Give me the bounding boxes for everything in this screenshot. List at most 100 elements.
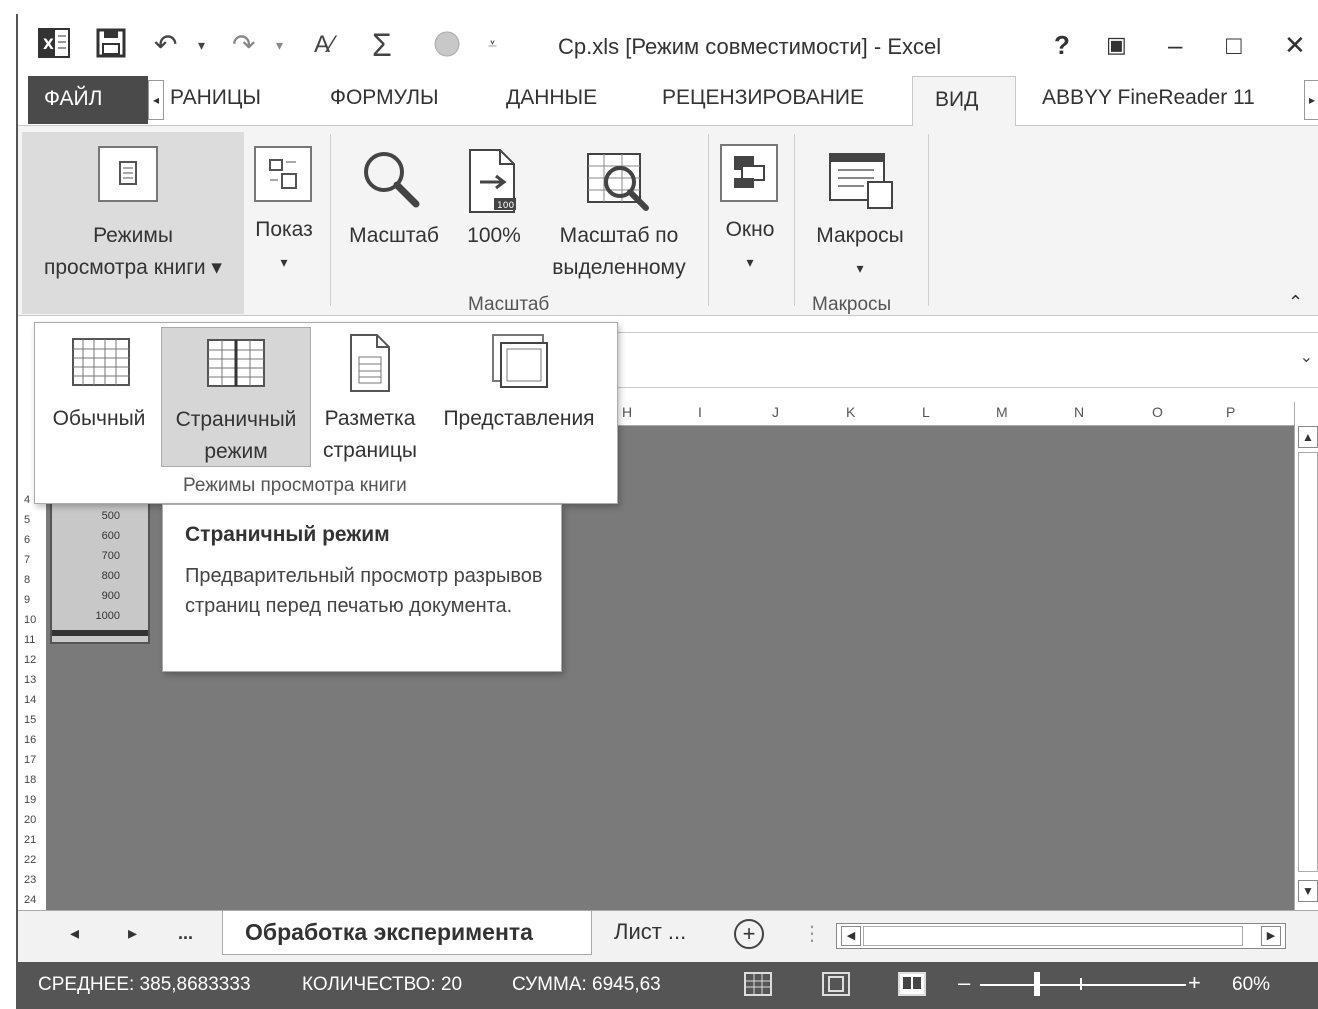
undo-icon[interactable]: ↶: [154, 28, 177, 62]
print-page-area[interactable]: 400 500 600 700 800 900 1000: [50, 482, 150, 644]
column-header[interactable]: L: [922, 404, 930, 420]
row-header[interactable]: 9: [24, 594, 30, 606]
row-header[interactable]: 12: [24, 654, 36, 666]
column-header[interactable]: I: [698, 404, 702, 420]
row-header[interactable]: 10: [24, 614, 36, 626]
macros-dropdown-icon[interactable]: ▾: [798, 252, 922, 284]
circle-icon[interactable]: [432, 28, 462, 66]
row-header[interactable]: 5: [24, 514, 30, 526]
row-header[interactable]: 19: [24, 794, 36, 806]
sheet-prev-icon[interactable]: ◂: [70, 923, 79, 944]
window-dropdown-icon[interactable]: ▾: [710, 246, 790, 278]
column-header[interactable]: O: [1152, 404, 1163, 420]
tabs-scroll-left-icon[interactable]: ◂: [148, 80, 164, 120]
custom-views-option[interactable]: Представления: [431, 403, 607, 435]
sheet-tab-active[interactable]: Обработка эксперимента: [222, 911, 592, 955]
scroll-right-icon[interactable]: ▶: [1261, 926, 1281, 946]
column-header[interactable]: N: [1074, 404, 1084, 420]
row-header[interactable]: 13: [24, 674, 36, 686]
spelling-icon[interactable]: A⁄: [314, 28, 334, 62]
tab-view[interactable]: ВИД: [912, 76, 1016, 127]
page-layout-view-icon[interactable]: [822, 972, 850, 996]
macros-button[interactable]: Макросы: [798, 220, 922, 252]
redo-dropdown-icon[interactable]: ▾: [276, 28, 283, 62]
scroll-up-icon[interactable]: ▲: [1298, 426, 1318, 448]
row-header[interactable]: 20: [24, 814, 36, 826]
column-header[interactable]: P: [1226, 404, 1235, 420]
column-header[interactable]: K: [846, 404, 855, 420]
zoom-in-icon[interactable]: +: [1188, 970, 1201, 996]
row-header[interactable]: 17: [24, 754, 36, 766]
tab-review[interactable]: РЕЦЕНЗИРОВАНИЕ: [662, 86, 864, 110]
show-button[interactable]: Показ: [244, 214, 324, 246]
cell-value[interactable]: 800: [58, 570, 120, 582]
normal-view-option[interactable]: Обычный: [43, 403, 155, 435]
expand-formula-bar-icon[interactable]: ⌄: [1300, 347, 1313, 367]
scroll-left-icon[interactable]: ◀: [841, 926, 861, 946]
row-header[interactable]: 18: [24, 774, 36, 786]
row-header[interactable]: 7: [24, 554, 30, 566]
row-header[interactable]: 8: [24, 574, 30, 586]
zoom-slider-track[interactable]: [980, 984, 1186, 986]
scroll-down-icon[interactable]: ▼: [1298, 880, 1318, 902]
ribbon-display-icon[interactable]: ▣: [1106, 30, 1127, 60]
tabs-scroll-right-icon[interactable]: ▸: [1304, 80, 1318, 120]
zoom-slider-thumb[interactable]: [1034, 972, 1041, 996]
vertical-scrollbar[interactable]: ▲ ▼: [1294, 402, 1318, 910]
page-layout-option-1[interactable]: Разметка: [313, 403, 427, 435]
tab-file[interactable]: ФАЙЛ: [28, 76, 148, 124]
tab-page-layout[interactable]: РАНИЦЫ: [170, 86, 261, 110]
column-header[interactable]: M: [996, 404, 1008, 420]
customize-toolbar-icon[interactable]: ⩡: [488, 28, 497, 62]
row-header[interactable]: 24: [24, 894, 36, 906]
show-dropdown-icon[interactable]: ▾: [244, 246, 324, 278]
column-header[interactable]: H: [622, 404, 632, 420]
zoom-selection-button-1[interactable]: Масштаб по: [534, 220, 704, 252]
zoom-button[interactable]: Масштаб: [334, 220, 454, 252]
row-header[interactable]: 22: [24, 854, 36, 866]
row-header[interactable]: 16: [24, 734, 36, 746]
sheet-more-left[interactable]: ...: [178, 923, 193, 944]
tab-formulas[interactable]: ФОРМУЛЫ: [330, 86, 439, 110]
page-break-preview-option[interactable]: Страничный режим: [161, 327, 311, 467]
cell-value[interactable]: 700: [58, 550, 120, 562]
collapse-ribbon-icon[interactable]: ⌃: [1288, 292, 1303, 313]
undo-dropdown-icon[interactable]: ▾: [198, 28, 205, 62]
tab-abbyy[interactable]: ABBYY FineReader 11: [1042, 86, 1255, 110]
h-scroll-thumb[interactable]: [863, 926, 1243, 946]
row-header[interactable]: 23: [24, 874, 36, 886]
page-layout-option-2[interactable]: страницы: [313, 435, 427, 467]
zoom-out-icon[interactable]: –: [958, 970, 970, 996]
page-break-line[interactable]: [52, 630, 148, 636]
page-layout-view-button-icon[interactable]: [347, 333, 393, 398]
show-icon[interactable]: [254, 146, 312, 202]
help-icon[interactable]: ?: [1054, 30, 1070, 60]
formula-bar[interactable]: ⌄: [578, 332, 1318, 388]
maximize-icon[interactable]: □: [1226, 30, 1242, 60]
tab-data[interactable]: ДАННЫЕ: [506, 86, 597, 110]
row-header[interactable]: 14: [24, 694, 36, 706]
custom-views-button-icon[interactable]: [489, 333, 549, 394]
row-header[interactable]: 21: [24, 834, 36, 846]
column-header[interactable]: J: [772, 404, 779, 420]
save-icon[interactable]: [96, 28, 126, 66]
cell-value[interactable]: 600: [58, 530, 120, 542]
normal-view-button-icon[interactable]: [71, 337, 131, 392]
row-header[interactable]: 6: [24, 534, 30, 546]
window-button[interactable]: Окно: [710, 214, 790, 246]
close-icon[interactable]: ✕: [1284, 30, 1306, 60]
minimize-icon[interactable]: –: [1168, 30, 1182, 60]
cell-value[interactable]: 1000: [58, 610, 120, 622]
sheet-tab-other[interactable]: Лист ...: [614, 919, 686, 945]
view-modes-button[interactable]: Режимы просмотра книги ▾: [22, 132, 244, 314]
row-header[interactable]: 15: [24, 714, 36, 726]
page-break-view-icon[interactable]: [898, 972, 926, 996]
zoom-selection-button-2[interactable]: выделенному: [534, 252, 704, 284]
autosum-icon[interactable]: Σ: [372, 28, 392, 62]
row-header[interactable]: 4: [24, 494, 30, 506]
cell-value[interactable]: 900: [58, 590, 120, 602]
horizontal-scrollbar[interactable]: ◀ ▶: [836, 923, 1286, 949]
add-sheet-icon[interactable]: +: [734, 919, 764, 949]
zoom-100-button[interactable]: 100%: [454, 220, 534, 252]
scroll-thumb[interactable]: [1298, 452, 1318, 872]
